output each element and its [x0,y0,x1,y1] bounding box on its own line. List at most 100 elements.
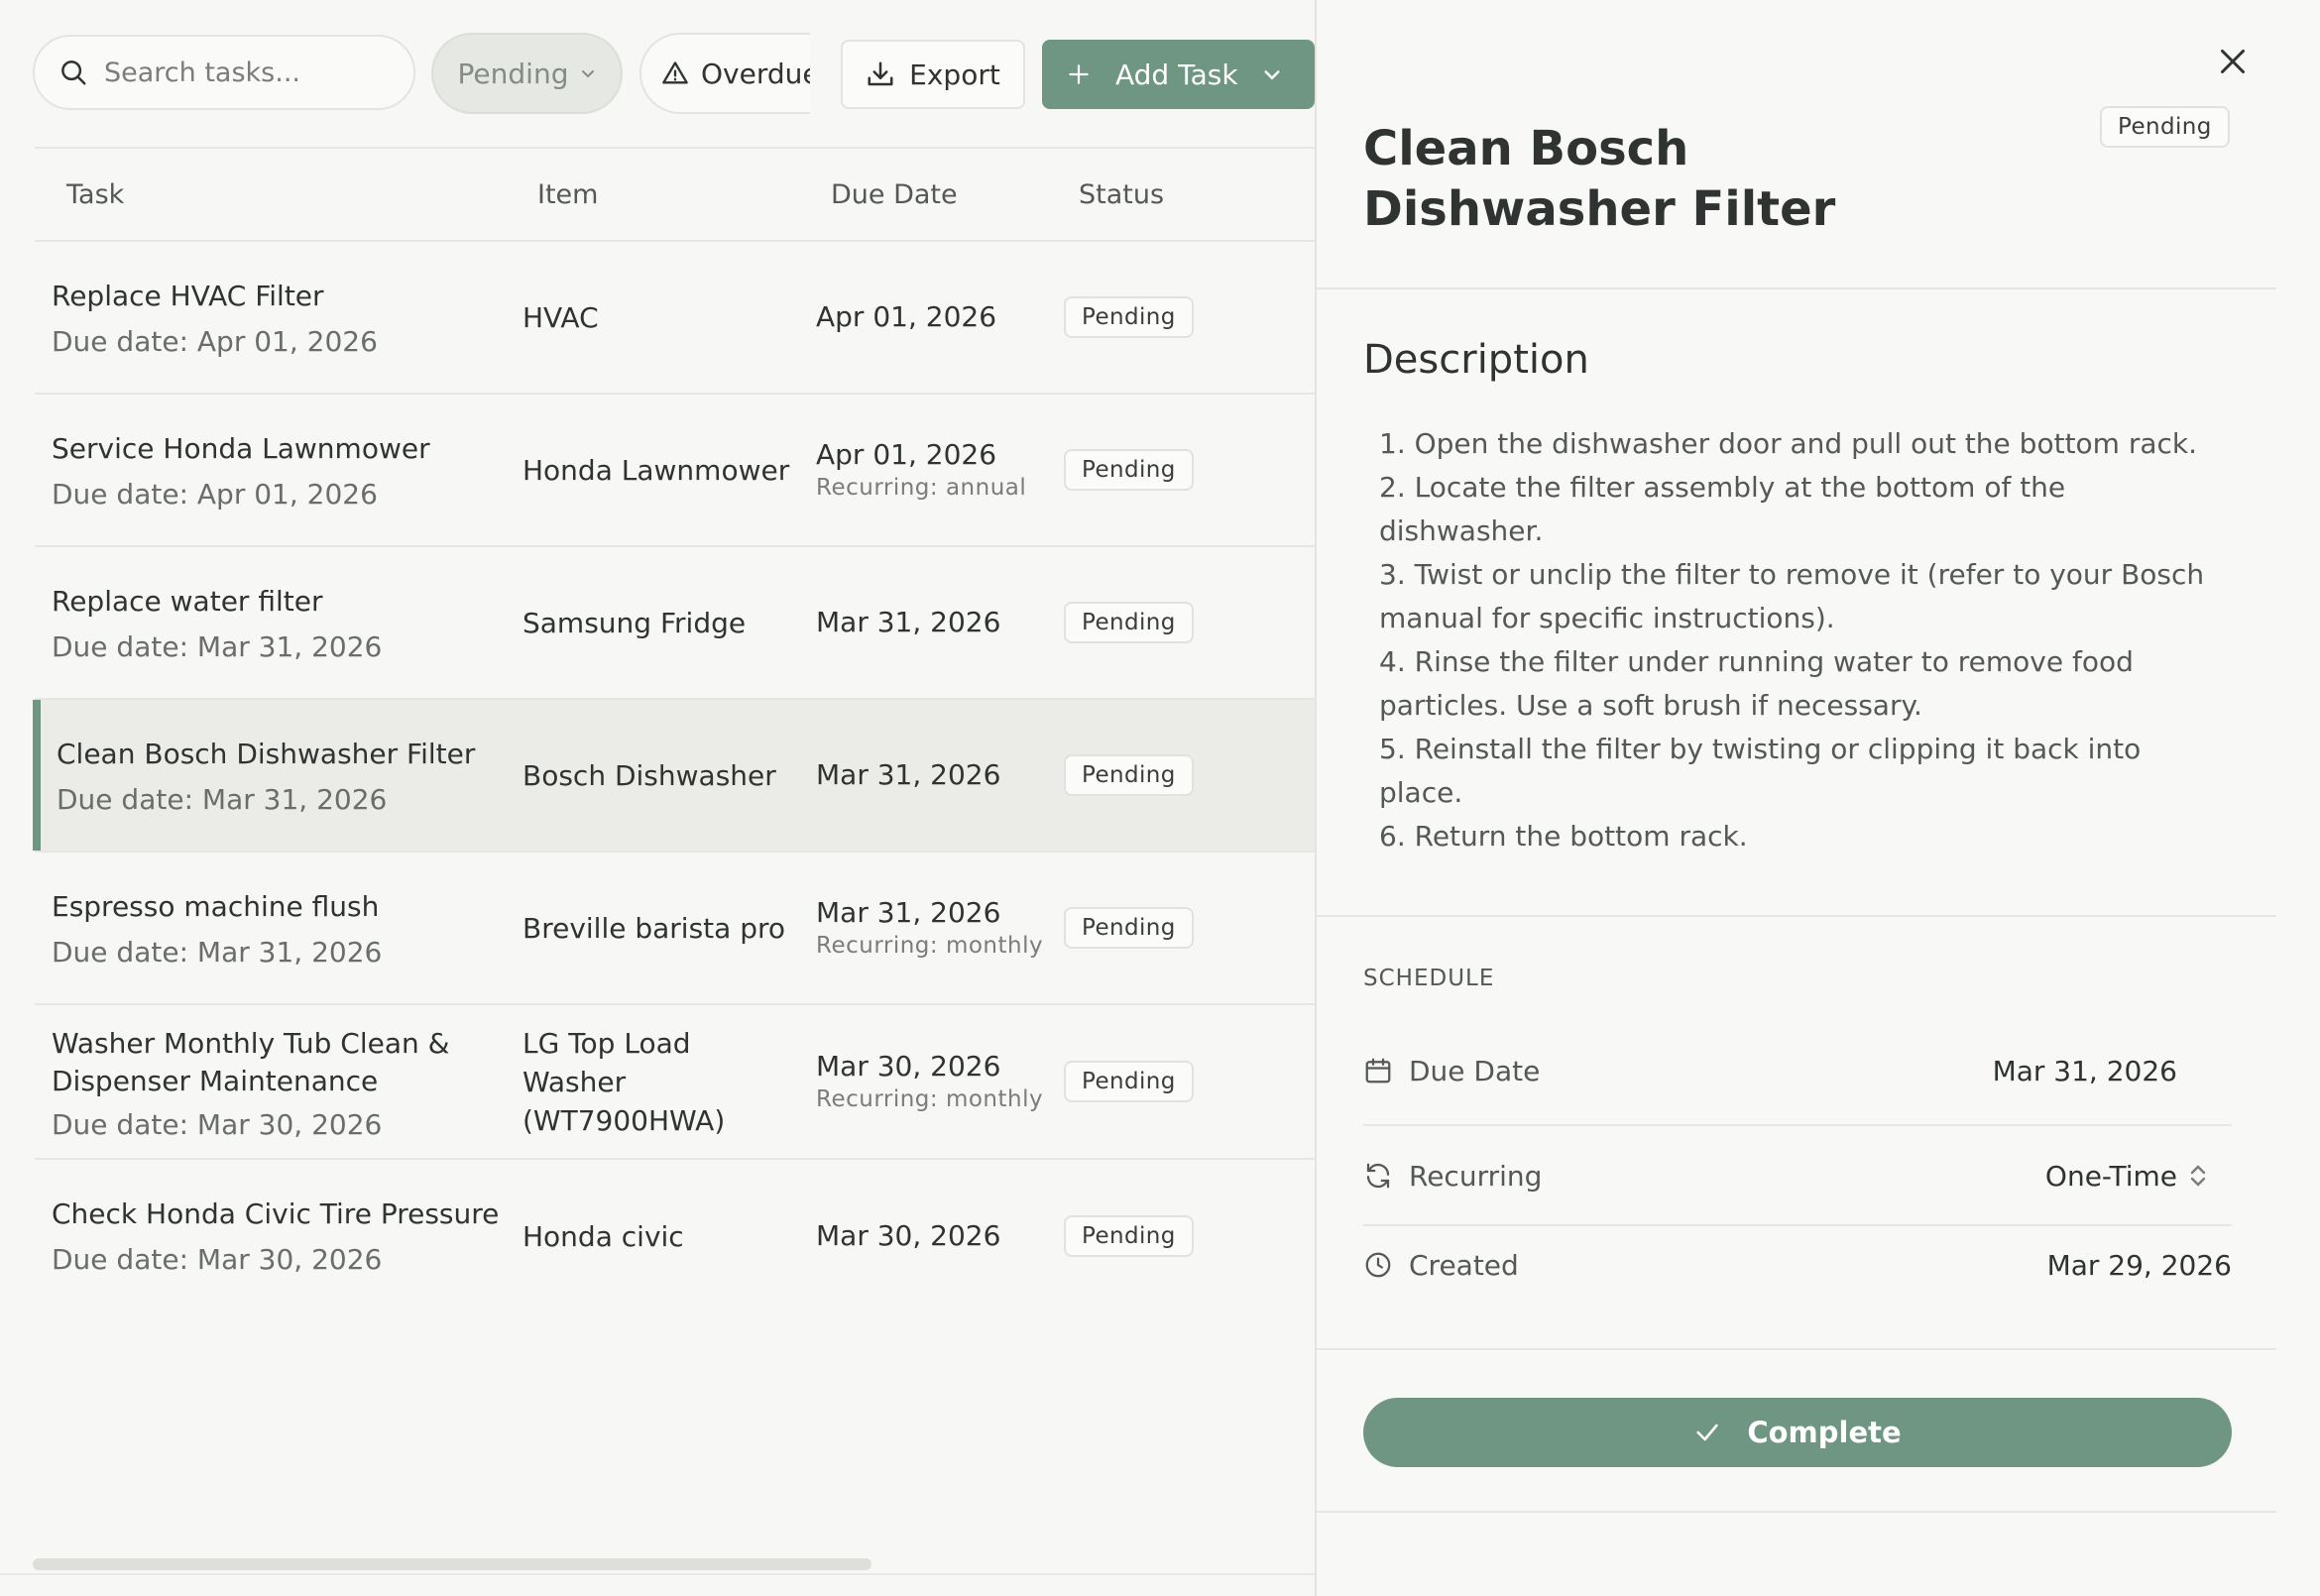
header-task[interactable]: Task [66,179,124,210]
task-title-line: Dispenser Maintenance [52,1065,379,1097]
task-title-heading: Clean Bosch Dishwasher Filter [1363,121,1836,237]
table-header: Task Item Due Date Status [35,149,1315,242]
task-cell: Espresso machine flush Due date: Mar 31,… [52,888,518,971]
due-cell: Apr 01, 2026 [816,242,1054,393]
description-line: manual for specific instructions). [1379,602,1835,634]
plus-icon [1069,64,1089,84]
export-label: Export [909,57,1000,91]
item-line: Washer [522,1065,627,1098]
table-row[interactable]: Replace HVAC Filter Due date: Apr 01, 20… [35,242,1315,395]
divider [0,1573,1315,1575]
due-cell: Mar 30, 2026 [816,1160,1054,1312]
check-icon [1696,1424,1718,1441]
task-due-subtitle: Due date: Apr 01, 2026 [52,325,378,358]
status-filter-dropdown[interactable]: Pending [431,33,623,114]
table-row[interactable]: Check Honda Civic Tire Pressure Due date… [35,1160,1315,1312]
header-due-date[interactable]: Due Date [831,179,958,210]
description-line: 3. Twist or unclip the filter to remove … [1379,558,2205,591]
due-date: Mar 30, 2026 [816,1219,1001,1252]
search-icon [61,60,86,85]
description-heading: Description [1363,337,1589,383]
due-cell: Mar 31, 2026 [816,547,1054,698]
overdue-filter-label: Overdue [701,57,810,90]
divider [1363,1224,2232,1226]
created-label: Created [1409,1248,1519,1282]
export-button[interactable]: Export [841,40,1025,109]
divider [1363,1124,2232,1126]
schedule-heading: SCHEDULE [1363,966,1495,991]
overdue-filter-chip[interactable]: Overdue [639,33,810,114]
item-cell: Honda civic [522,1219,684,1253]
header-item[interactable]: Item [537,179,598,210]
description-line: 2. Locate the filter assembly at the bot… [1379,471,2066,504]
recurring-note: Recurring: annual [816,475,1027,501]
task-list-pane: Pending Overdue Export Add Task Task [0,0,1315,1596]
due-date-row: Due Date Mar 31, 2026 [1363,1041,2232,1100]
status-badge: Pending [1064,449,1194,491]
scrollbar-thumb[interactable] [33,1558,871,1570]
task-due-subtitle: Due date: Mar 31, 2026 [52,936,383,969]
due-cell: Apr 01, 2026 Recurring: annual [816,395,1054,545]
due-date: Apr 01, 2026 [816,438,997,471]
status-badge: Pending [2100,106,2230,148]
task-due-subtitle: Due date: Mar 31, 2026 [57,783,388,816]
add-task-label: Add Task [1115,57,1238,91]
search-box[interactable] [33,35,415,110]
description-line: 1. Open the dishwasher door and pull out… [1379,427,2198,460]
description-steps: 1. Open the dishwasher door and pull out… [1379,422,2232,858]
status-badge: Pending [1064,754,1194,796]
add-task-button[interactable]: Add Task [1042,40,1315,109]
status-cell: Pending [1064,700,1194,851]
created-row: Created Mar 29, 2026 [1363,1235,2232,1295]
status-badge: Pending [1064,1215,1194,1257]
header-status[interactable]: Status [1079,179,1164,210]
description-line: 6. Return the bottom rack. [1379,820,1748,853]
table-row[interactable]: Service Honda Lawnmower Due date: Apr 01… [35,395,1315,547]
status-cell: Pending [1064,1005,1194,1158]
recurring-label: Recurring [1409,1159,1543,1193]
close-button[interactable] [2211,40,2255,83]
table-row[interactable]: Replace water filter Due date: Mar 31, 2… [35,547,1315,700]
status-cell: Pending [1064,1160,1194,1312]
due-date-value[interactable]: Mar 31, 2026 [1993,1055,2177,1087]
selection-indicator [33,700,41,851]
horizontal-scrollbar[interactable] [33,1554,1315,1570]
task-title: Clean Bosch Dishwasher Filter [57,738,476,770]
divider [1317,287,2276,289]
item-cell: Samsung Fridge [522,606,747,639]
status-cell: Pending [1064,395,1194,545]
close-icon [2221,50,2245,73]
recurring-note: Recurring: monthly [816,1086,1044,1112]
calendar-icon [1365,1058,1391,1083]
recurring-select-value[interactable]: One-Time [2045,1160,2177,1193]
task-due-subtitle: Due date: Mar 31, 2026 [52,630,383,663]
task-title: Replace HVAC Filter [52,280,324,312]
task-due-subtitle: Due date: Mar 30, 2026 [52,1243,383,1276]
recurring-row[interactable]: Recurring One-Time [1363,1146,2232,1205]
task-title: Check Honda Civic Tire Pressure [52,1197,500,1230]
search-input[interactable] [104,57,382,88]
task-title: Service Honda Lawnmower [52,432,430,465]
chevron-down-icon[interactable] [1262,64,1282,84]
description-line: place. [1379,776,1463,809]
due-date: Mar 31, 2026 [816,758,1001,791]
table-row-selected[interactable]: Clean Bosch Dishwasher Filter Due date: … [33,700,1315,853]
task-cell: Clean Bosch Dishwasher Filter Due date: … [57,736,522,819]
complete-button[interactable]: Complete [1363,1398,2232,1467]
task-title: Replace water filter [52,585,323,618]
download-icon [868,61,893,86]
description-line: particles. Use a soft brush if necessary… [1379,689,1922,722]
table-row[interactable]: Espresso machine flush Due date: Mar 31,… [35,853,1315,1005]
updown-arrows-icon[interactable] [2186,1164,2210,1188]
item-cell: Breville barista pro [522,911,786,945]
description-line: 5. Reinstall the filter by twisting or c… [1379,733,2142,765]
task-due-subtitle: Due date: Mar 30, 2026 [52,1108,383,1141]
toolbar: Pending Overdue Export Add Task [33,33,1315,114]
tasks-table: Task Item Due Date Status Replace HVAC F… [33,147,1315,1312]
table-row[interactable]: Washer Monthly Tub Clean & Dispenser Mai… [35,1005,1315,1160]
chevron-down-icon [582,70,595,78]
divider [1317,915,2276,917]
status-badge-wrap: Pending [2100,106,2230,148]
item-line: LG Top Load [522,1026,691,1060]
item-line: (WT7900HWA) [522,1103,726,1137]
